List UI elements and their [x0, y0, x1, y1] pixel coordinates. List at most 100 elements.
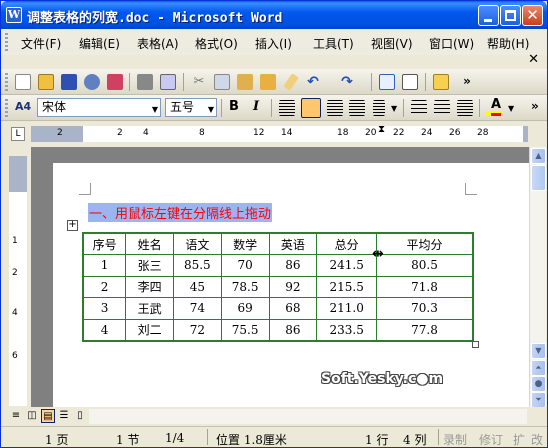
table-cell[interactable]: 86	[268, 254, 318, 277]
table-cell[interactable]: 233.5	[316, 318, 378, 341]
vertical-ruler[interactable]: 1 2 4 6	[9, 156, 27, 406]
menu-view[interactable]: 视图(V)	[371, 35, 413, 52]
print-icon[interactable]	[137, 74, 153, 90]
undo-icon[interactable]: ↶	[305, 74, 321, 90]
styles-icon[interactable]: A4	[15, 100, 31, 116]
menu-grip[interactable]	[5, 33, 8, 51]
insert-excel-icon[interactable]	[402, 74, 418, 90]
table-cell[interactable]: 80.5	[376, 254, 474, 277]
table-cell[interactable]: 241.5	[316, 254, 378, 277]
document-close-icon[interactable]: ✕	[528, 52, 539, 67]
table-cell[interactable]: 74	[172, 297, 222, 320]
scroll-thumb[interactable]	[531, 165, 546, 191]
table-cell[interactable]: 2	[82, 275, 127, 298]
table-cell[interactable]: 78.5	[220, 275, 270, 298]
close-button[interactable]: ✕	[522, 5, 543, 26]
horizontal-scrollbar[interactable]	[89, 409, 527, 424]
status-record[interactable]: 录制	[443, 431, 467, 448]
print-preview-icon[interactable]	[160, 74, 176, 90]
scroll-up-icon[interactable]: ▲	[531, 148, 546, 164]
font-color-button[interactable]: A	[491, 97, 502, 116]
menu-tools[interactable]: 工具(T)	[313, 35, 354, 52]
line-spacing-icon[interactable]	[373, 100, 385, 116]
align-left-icon[interactable]	[279, 100, 295, 116]
scroll-down-icon[interactable]: ▼	[531, 343, 546, 359]
indent-marker-icon[interactable]: ⧗	[378, 124, 385, 135]
maximize-button[interactable]	[500, 5, 521, 26]
paste-special-icon[interactable]	[260, 74, 276, 90]
format-painter-icon[interactable]	[283, 73, 299, 91]
open-folder-icon[interactable]	[38, 74, 54, 90]
decrease-indent-icon[interactable]	[457, 100, 473, 116]
table-cell[interactable]: 4	[82, 318, 127, 341]
menu-window[interactable]: 窗口(W)	[429, 35, 474, 52]
table-cell[interactable]: 75.5	[220, 318, 270, 341]
document-map-icon[interactable]	[433, 74, 449, 90]
table-cell[interactable]: 68	[268, 297, 318, 320]
web-layout-icon[interactable]: ◫	[25, 409, 39, 423]
align-center-icon[interactable]	[301, 98, 321, 118]
status-extend[interactable]: 扩	[513, 431, 525, 448]
table-cell[interactable]: 77.8	[376, 318, 474, 341]
header-cell[interactable]: 序号	[82, 232, 127, 255]
table-cell[interactable]: 45	[172, 275, 222, 298]
bullets-icon[interactable]	[434, 100, 450, 116]
tab-selector[interactable]: L	[11, 127, 25, 141]
table-cell[interactable]: 69	[220, 297, 270, 320]
previous-page-icon[interactable]: ⏶	[531, 360, 546, 376]
table-cell[interactable]: 85.5	[172, 254, 222, 277]
header-cell[interactable]: 平均分	[376, 232, 474, 255]
table-cell[interactable]: 86	[268, 318, 318, 341]
table-cell[interactable]: 1	[82, 254, 127, 277]
header-cell[interactable]: 英语	[268, 232, 318, 255]
word-app-icon[interactable]: W	[6, 7, 22, 23]
toolbar-options-icon[interactable]: »	[459, 74, 475, 90]
header-cell[interactable]: 姓名	[125, 232, 174, 255]
header-cell[interactable]: 语文	[172, 232, 222, 255]
horizontal-ruler[interactable]: 2 2 4 8 12 14 18 20 22 24 26 28 ⧗	[31, 124, 528, 142]
redo-icon[interactable]: ↷	[339, 74, 355, 90]
table-cell[interactable]: 215.5	[316, 275, 378, 298]
menu-edit[interactable]: 编辑(E)	[79, 35, 120, 52]
align-right-icon[interactable]	[327, 100, 343, 116]
table-cell[interactable]: 70	[220, 254, 270, 277]
reading-layout-icon[interactable]: ▯	[73, 409, 87, 423]
cut-icon[interactable]: ✂	[191, 74, 207, 90]
outline-view-icon[interactable]: ☰	[57, 409, 71, 423]
browse-object-icon[interactable]: ●	[531, 376, 546, 392]
toolbar-options-icon[interactable]: »	[531, 99, 539, 113]
justify-icon[interactable]	[349, 100, 365, 116]
print-layout-icon[interactable]: ▤	[41, 409, 55, 423]
table-cell[interactable]: 3	[82, 297, 127, 320]
status-overtype[interactable]: 改	[531, 431, 543, 448]
table-cell[interactable]: 92	[268, 275, 318, 298]
new-document-icon[interactable]	[15, 74, 31, 90]
menu-table[interactable]: 表格(A)	[137, 35, 179, 52]
menu-help[interactable]: 帮助(H)	[487, 35, 529, 52]
permission-icon[interactable]	[84, 74, 100, 90]
normal-view-icon[interactable]: ≡	[9, 409, 23, 423]
document-heading[interactable]: 一、用鼠标左键在分隔线上拖动	[88, 203, 273, 222]
table-cell[interactable]: 李四	[125, 275, 174, 298]
table-cell[interactable]: 211.0	[316, 297, 378, 320]
table-cell[interactable]: 70.3	[376, 297, 474, 320]
header-cell[interactable]: 总分	[316, 232, 378, 255]
menu-insert[interactable]: 插入(I)	[255, 35, 292, 52]
vertical-scrollbar[interactable]: ▲ ▼ ⏶ ● ⏷	[529, 147, 546, 409]
table-cell[interactable]: 王武	[125, 297, 174, 320]
next-page-icon[interactable]: ⏷	[531, 392, 546, 408]
menu-file[interactable]: 文件(F)	[21, 35, 61, 52]
insert-table-icon[interactable]	[379, 74, 395, 90]
italic-button[interactable]: I	[253, 99, 259, 114]
menu-format[interactable]: 格式(O)	[195, 35, 238, 52]
bold-button[interactable]: B	[229, 99, 239, 114]
table-cell[interactable]: 张三	[125, 254, 174, 277]
chevron-down-icon[interactable]: ▼	[508, 104, 545, 113]
grades-table[interactable]: 序号 姓名 语文 数学 英语 总分 平均分 1 张三 85.5 70 86 24…	[82, 232, 474, 342]
font-name-select[interactable]: 宋体 ▼	[37, 98, 161, 117]
table-cell[interactable]: 刘二	[125, 318, 174, 341]
font-size-select[interactable]: 五号 ▼	[165, 98, 217, 117]
toolbar-grip[interactable]	[5, 73, 8, 91]
status-track-changes[interactable]: 修订	[479, 431, 503, 448]
paste-icon[interactable]	[237, 74, 253, 90]
